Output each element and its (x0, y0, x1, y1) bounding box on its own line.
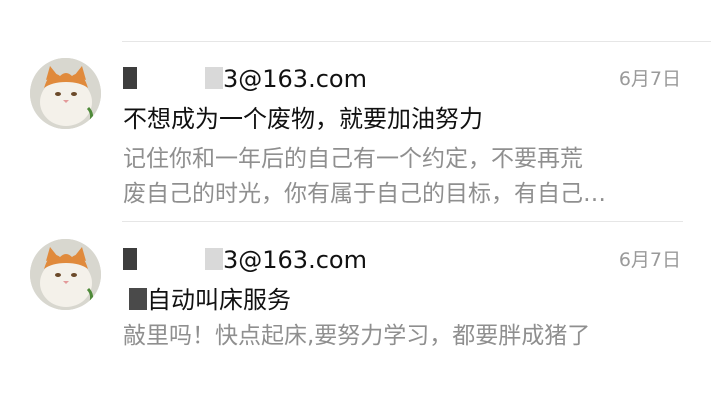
mail-subject: 自动叫床服务 (123, 285, 291, 315)
mail-preview: 敲里吗！快点起床,要努力学习，都要胖成猪了 (123, 319, 663, 354)
preview-line: 敲里吗！快点起床,要努力学习，都要胖成猪了 (123, 323, 591, 349)
preview-line: 记住你和一年后的自己有一个约定，不要再荒 (123, 146, 583, 172)
sender-label: 3@163.com (223, 65, 367, 93)
preview-line: 废自己的时光，你有属于自己的目标，有自己… (123, 181, 606, 207)
sender-address: 3@163.com (123, 245, 367, 275)
redaction-mask (123, 67, 159, 89)
mail-preview: 记住你和一年后的自己有一个约定，不要再荒 废自己的时光，你有属于自己的目标，有自… (123, 142, 663, 212)
sender-label: 3@163.com (223, 246, 367, 274)
mail-list-item[interactable]: 3@163.com 6月7日 自动叫床服务 敲里吗！快点起床,要努力学习，都要胖… (0, 223, 711, 353)
redaction-mask (159, 248, 223, 270)
mail-subject: 不想成为一个废物，就要加油努力 (123, 105, 483, 133)
avatar (30, 58, 101, 129)
redaction-mask (123, 288, 147, 310)
mail-subject-text: 自动叫床服务 (147, 286, 291, 314)
mail-date: 6月7日 (618, 68, 681, 90)
mail-list: 3@163.com 6月7日 不想成为一个废物，就要加油努力 记住你和一年后的自… (0, 0, 711, 400)
cat-avatar-icon (30, 239, 101, 310)
mail-list-item[interactable]: 3@163.com 6月7日 不想成为一个废物，就要加油努力 记住你和一年后的自… (0, 42, 711, 222)
mail-date: 6月7日 (618, 249, 681, 271)
divider (122, 221, 683, 222)
sender-address: 3@163.com (123, 64, 367, 94)
cat-avatar-icon (30, 58, 101, 129)
redaction-mask (123, 248, 159, 270)
redaction-mask (159, 67, 223, 89)
avatar (30, 239, 101, 310)
